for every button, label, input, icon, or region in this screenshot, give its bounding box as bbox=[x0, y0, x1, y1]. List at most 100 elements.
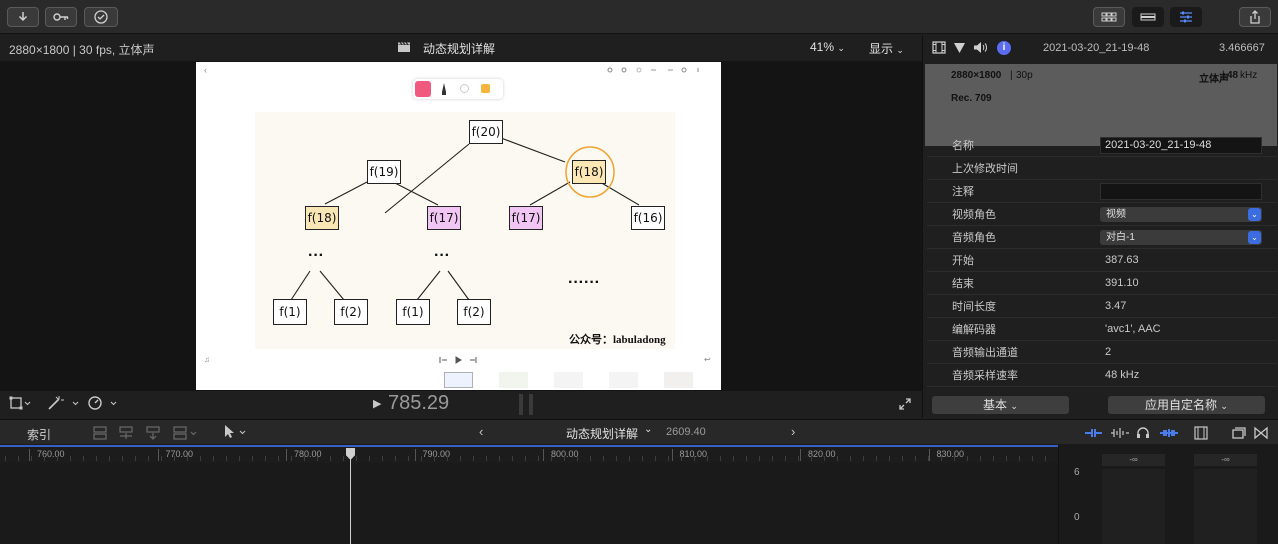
ruler-minor-tick bbox=[915, 456, 916, 461]
film-icon[interactable] bbox=[932, 41, 946, 54]
ruler-minor-tick bbox=[330, 456, 331, 461]
timeline-tracks[interactable] bbox=[0, 463, 1058, 544]
ruler-minor-tick bbox=[135, 456, 136, 461]
speaker-icon[interactable] bbox=[973, 41, 988, 54]
property-row: 音频角色 对白-1 ⌄ bbox=[927, 226, 1277, 249]
retime-menu[interactable] bbox=[87, 395, 121, 414]
chevron-down-icon: ⌄ bbox=[896, 45, 904, 55]
grid-icon bbox=[1101, 12, 1117, 22]
import-button[interactable] bbox=[7, 7, 39, 27]
ruler-minor-tick bbox=[967, 456, 968, 461]
zoom-menu[interactable]: 41% ⌄ bbox=[810, 40, 845, 54]
meter-peak-right: -∞ bbox=[1194, 454, 1257, 466]
metadata-view-menu[interactable]: 基本 ⌄ bbox=[932, 396, 1069, 414]
add-tool-button[interactable] bbox=[415, 81, 431, 97]
ruler-tick bbox=[286, 449, 287, 461]
ruler-minor-tick bbox=[1045, 456, 1046, 461]
node-f17: f(17) bbox=[427, 206, 461, 230]
node-f1: f(1) bbox=[273, 299, 307, 325]
ruler-minor-tick bbox=[18, 456, 19, 461]
index-button[interactable]: 索引 bbox=[27, 426, 51, 443]
slide-thumbnails bbox=[444, 371, 719, 389]
apply-custom-name-menu[interactable]: 应用自定名称 ⌄ bbox=[1108, 396, 1265, 414]
summary-separator: | bbox=[1222, 70, 1225, 81]
property-row: 视频角色 视频 ⌄ bbox=[927, 203, 1277, 226]
color-swatch[interactable] bbox=[481, 84, 490, 93]
play-icon[interactable]: ▶ bbox=[373, 397, 381, 410]
ruler-minor-tick bbox=[746, 456, 747, 461]
property-input[interactable] bbox=[1100, 182, 1262, 200]
background-tasks-button[interactable] bbox=[84, 7, 118, 27]
metadata-view-label: 基本 bbox=[983, 398, 1008, 412]
ruler-minor-tick bbox=[174, 456, 175, 461]
ruler-minor-tick bbox=[1032, 456, 1033, 461]
thumbnail[interactable] bbox=[664, 372, 693, 388]
timecode-display[interactable]: 785.29 bbox=[388, 392, 449, 415]
thumbnail[interactable] bbox=[554, 372, 583, 388]
fullscreen-icon bbox=[899, 398, 911, 410]
ruler-minor-tick bbox=[551, 456, 552, 461]
property-label: 编解码器 bbox=[952, 324, 996, 336]
property-label: 注释 bbox=[952, 186, 974, 198]
node-f19: f(19) bbox=[367, 160, 401, 184]
thumbnail[interactable] bbox=[444, 372, 473, 388]
edit-mode-icons[interactable] bbox=[92, 424, 202, 442]
clip-duration: 3.466667 bbox=[1219, 42, 1265, 54]
effects-browser-icon bbox=[1232, 427, 1246, 439]
thumbnail[interactable] bbox=[609, 372, 638, 388]
summary-sample-rate: 48 bbox=[1227, 70, 1239, 81]
circle-tool-icon[interactable] bbox=[460, 84, 469, 93]
enhancements-menu[interactable] bbox=[47, 395, 81, 414]
viewer-title: 动态规划详解 bbox=[423, 42, 496, 56]
display-menu[interactable]: 显示 ⌄ bbox=[869, 40, 904, 57]
ruler-minor-tick bbox=[122, 456, 123, 461]
info-icon[interactable]: i bbox=[997, 41, 1011, 55]
ruler-minor-tick bbox=[304, 456, 305, 461]
select-tool-icon[interactable] bbox=[222, 424, 250, 440]
crop-icon bbox=[9, 396, 31, 410]
history-forward-button[interactable]: › bbox=[791, 424, 795, 439]
property-select[interactable]: 视频 ⌄ bbox=[1100, 206, 1262, 222]
ruler-minor-tick bbox=[356, 456, 357, 461]
chevron-down-icon: ⌄ bbox=[1010, 401, 1018, 411]
toolbar bbox=[0, 0, 1278, 34]
property-value: 3.47 bbox=[1105, 300, 1127, 312]
inspector-footer: 基本 ⌄ 应用自定名称 ⌄ bbox=[923, 392, 1278, 418]
history-back-button[interactable]: ‹ bbox=[479, 424, 483, 439]
share-button[interactable] bbox=[1239, 7, 1271, 27]
property-input[interactable]: 2021-03-20_21-19-48 bbox=[1100, 136, 1262, 154]
property-label: 音频输出通道 bbox=[952, 347, 1018, 359]
ruler-minor-tick bbox=[980, 456, 981, 461]
inspector-toggle-button[interactable] bbox=[1170, 7, 1202, 27]
expand-icon: ↩ bbox=[704, 355, 711, 364]
ruler-minor-tick bbox=[213, 456, 214, 461]
color-icon[interactable] bbox=[953, 41, 966, 54]
fullscreen-button[interactable] bbox=[898, 397, 912, 414]
timeline-toggle-button[interactable] bbox=[1132, 7, 1164, 27]
keywords-button[interactable] bbox=[45, 7, 77, 27]
clip-name: 2021-03-20_21-19-48 bbox=[1043, 42, 1150, 54]
ruler-tick bbox=[800, 449, 801, 461]
ruler-minor-tick bbox=[96, 456, 97, 461]
format-info: 2880×1800 | 30 fps, 立体声 bbox=[9, 43, 155, 57]
resize-handle[interactable] bbox=[519, 394, 523, 415]
ruler-label: 760.00 bbox=[37, 449, 65, 459]
ruler-minor-tick bbox=[863, 456, 864, 461]
project-title[interactable]: 动态规划详解 bbox=[566, 425, 638, 442]
chevron-down-icon[interactable]: ⌄ bbox=[644, 424, 652, 435]
playhead-line[interactable] bbox=[350, 463, 351, 544]
meter-scale-6: 6 bbox=[1074, 467, 1080, 478]
transform-tool-menu[interactable] bbox=[9, 396, 31, 413]
timeline-ruler[interactable]: 760.00 770.00 780.00 790.00 800.00 810.00 820.… bbox=[0, 445, 1058, 465]
property-label: 音频角色 bbox=[952, 232, 996, 244]
browser-toggle-button[interactable] bbox=[1093, 7, 1125, 27]
resize-handle[interactable] bbox=[529, 394, 533, 415]
meter-bar-right bbox=[1194, 469, 1257, 544]
ruler-minor-tick bbox=[850, 456, 851, 461]
thumbnail[interactable] bbox=[499, 372, 528, 388]
app-toolbar-icons bbox=[607, 67, 699, 73]
node-f16: f(16) bbox=[631, 206, 665, 230]
property-row: 结束 391.10 bbox=[927, 272, 1277, 295]
pen-icon[interactable] bbox=[440, 82, 448, 96]
property-select[interactable]: 对白-1 ⌄ bbox=[1100, 229, 1262, 245]
